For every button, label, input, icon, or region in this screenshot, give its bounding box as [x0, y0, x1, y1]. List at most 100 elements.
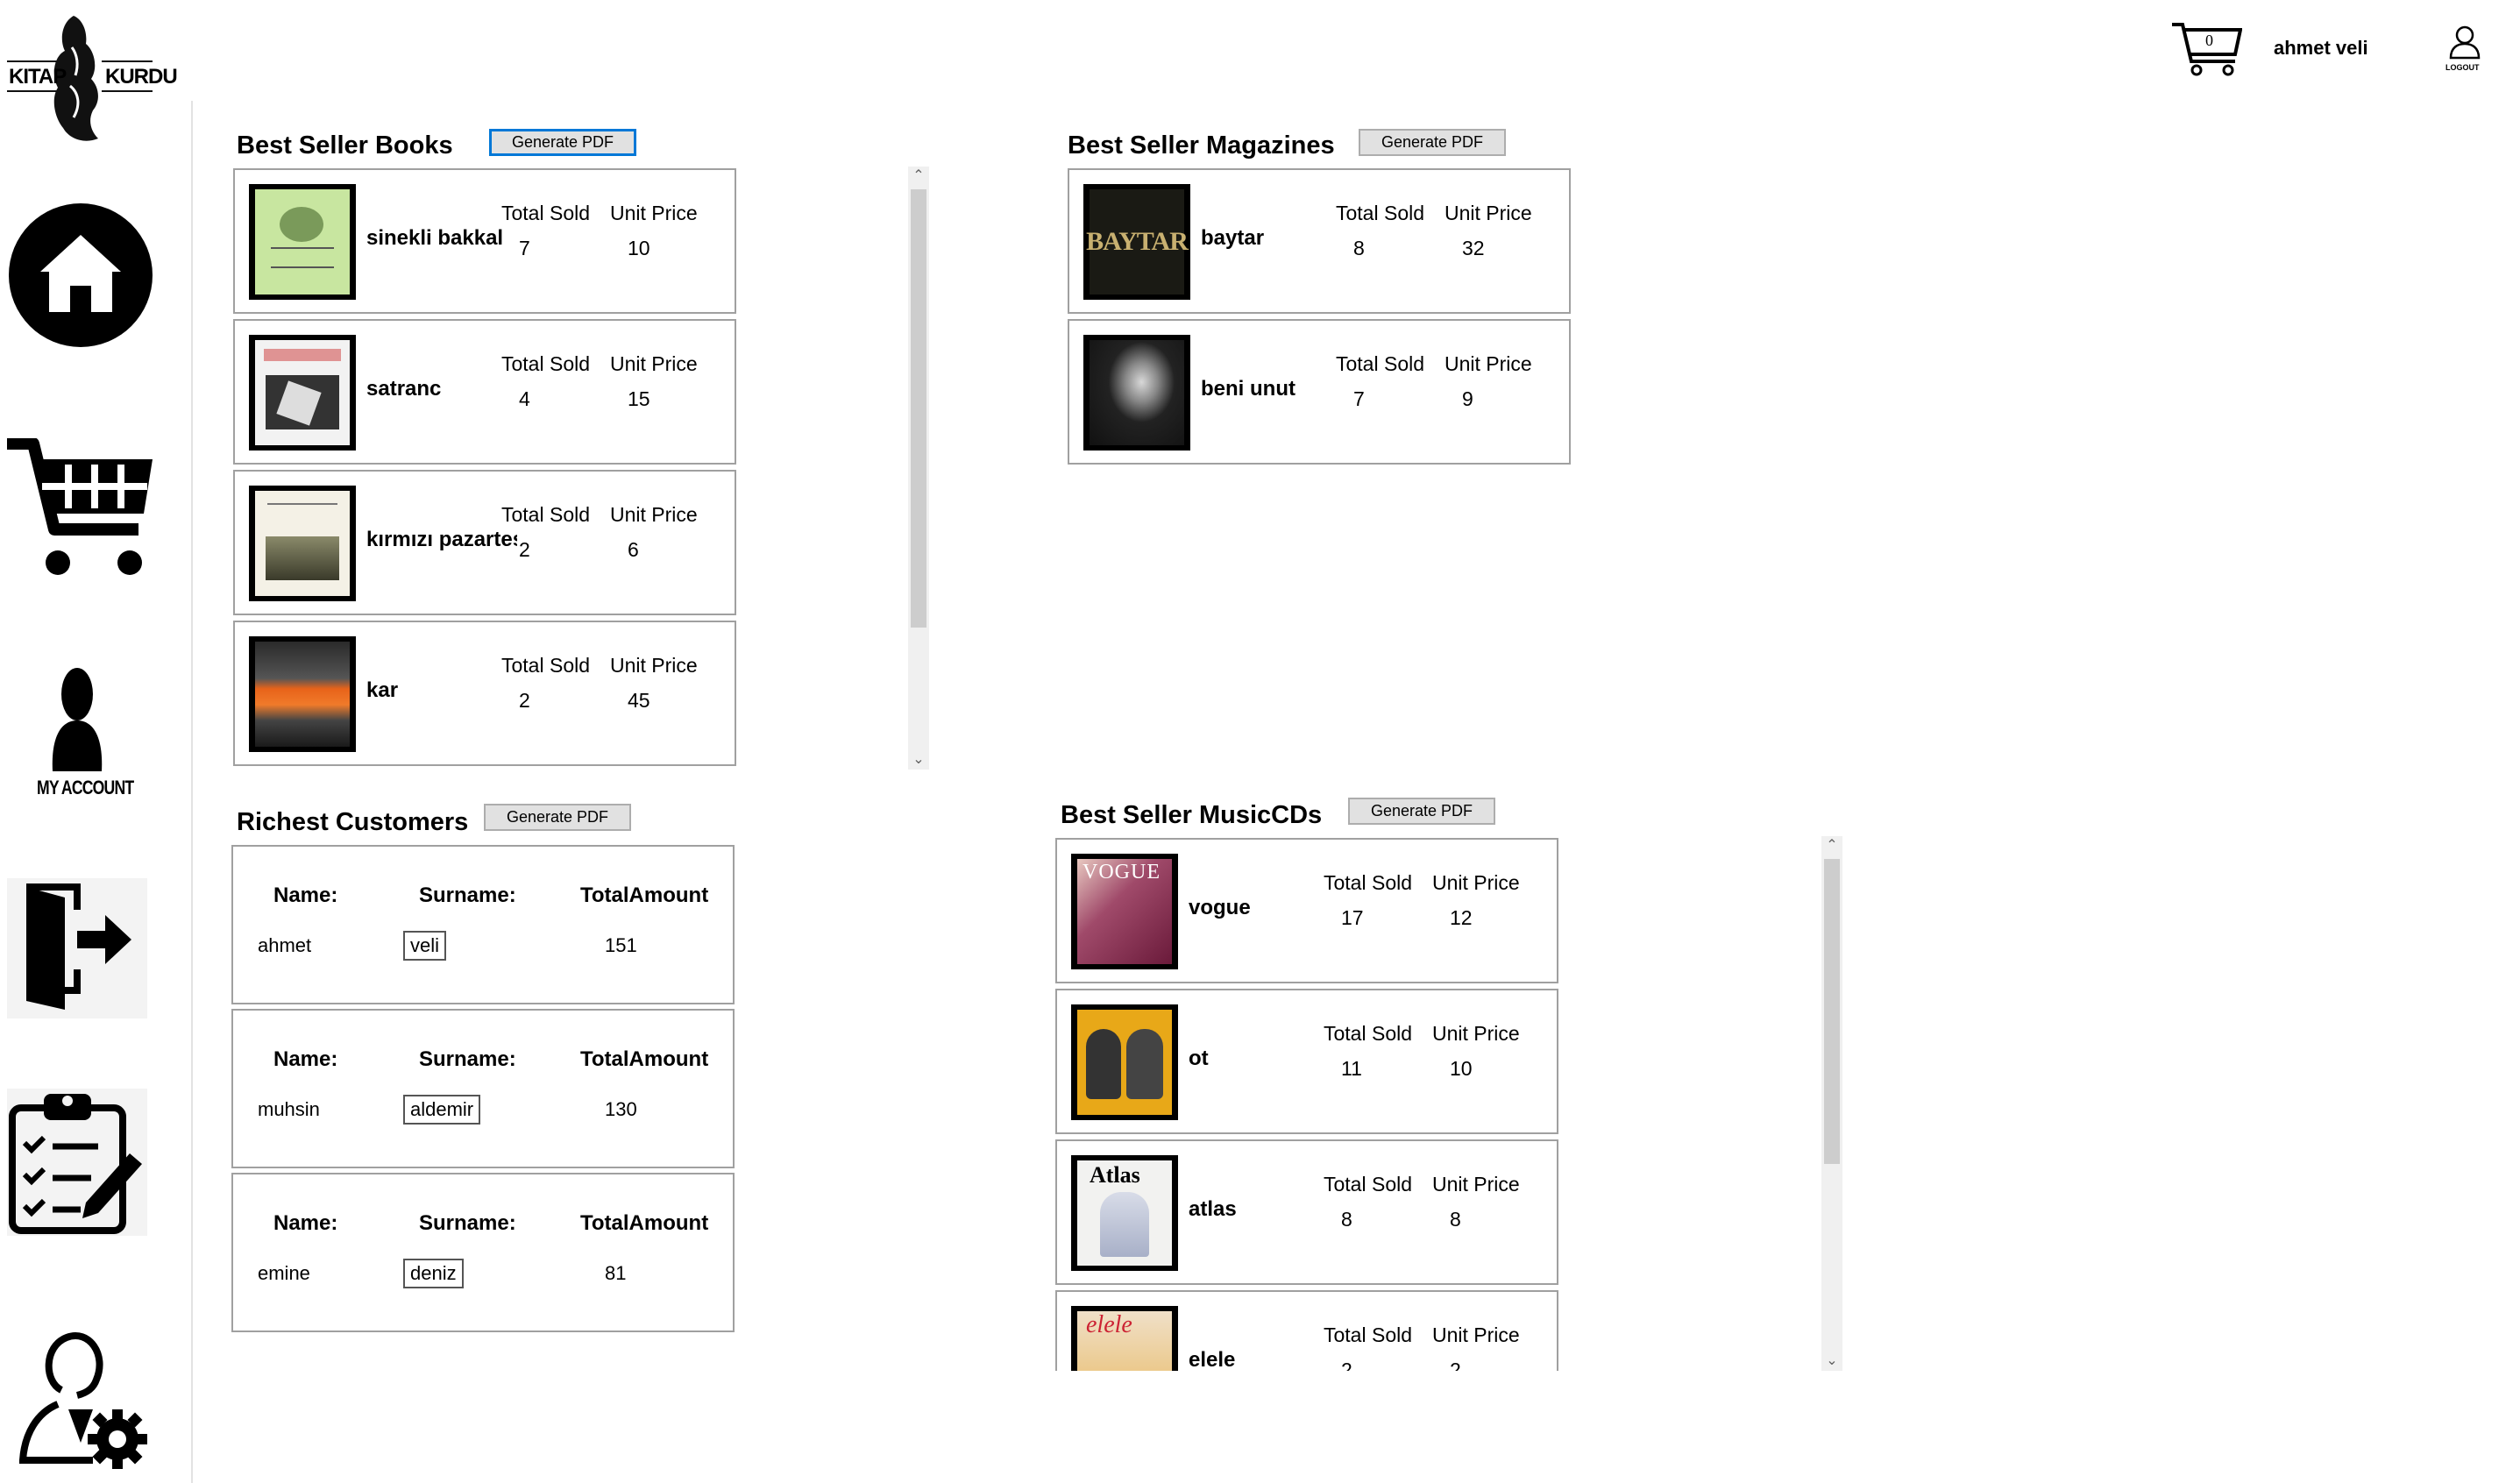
- home-nav-button[interactable]: [9, 203, 153, 351]
- unit-price-value: 10: [1450, 1057, 1473, 1080]
- logo-text-right: KURDU: [105, 65, 178, 89]
- header-cart-button[interactable]: 0: [2170, 21, 2243, 82]
- clipboard-checklist-icon: [9, 1094, 142, 1234]
- sidebar-divider: [191, 101, 193, 1483]
- scroll-thumb[interactable]: [911, 189, 926, 628]
- book-name: sinekli bakkal: [366, 226, 504, 250]
- my-account-label: MY ACCOUNT: [37, 777, 134, 798]
- unit-price-value: 2: [1450, 1359, 1461, 1371]
- customer-name: ahmet: [258, 934, 312, 956]
- total-sold-header: Total Sold: [1324, 871, 1413, 894]
- best-seller-musiccds-title: Best Seller MusicCDs: [1061, 801, 1323, 829]
- person-icon: [52, 668, 103, 771]
- musiccd-cover-image: Atlas: [1071, 1155, 1178, 1271]
- magazine-card[interactable]: BAYTAR baytar Total Sold Unit Price 8 32: [1068, 168, 1571, 314]
- home-icon: [9, 203, 153, 347]
- shopping-cart-icon: [7, 437, 153, 575]
- book-name: kırmızı pazartesi: [366, 528, 517, 551]
- scroll-down-arrow[interactable]: ⌄: [1821, 1352, 1842, 1371]
- customer-card: Name: Surname: TotalAmount ahmet veli 15…: [231, 845, 735, 1004]
- scroll-down-arrow[interactable]: ⌄: [908, 750, 929, 770]
- book-card[interactable]: satranc Total Sold Unit Price 4 15: [233, 319, 736, 465]
- musiccds-generate-pdf-button[interactable]: Generate PDF: [1348, 798, 1495, 825]
- name-header: Name:: [273, 1211, 338, 1235]
- total-sold-header: Total Sold: [1324, 1173, 1413, 1196]
- unit-price-value: 32: [1462, 237, 1485, 259]
- scroll-up-arrow[interactable]: ⌃: [1821, 836, 1842, 855]
- logout-button[interactable]: LOGOUT: [2442, 23, 2488, 75]
- unit-price-header: Unit Price: [1432, 1173, 1520, 1196]
- total-sold-value: 7: [519, 237, 530, 259]
- book-cover-image: [249, 184, 356, 300]
- musiccd-name: vogue: [1189, 896, 1251, 919]
- admin-settings-nav-button[interactable]: [18, 1329, 156, 1473]
- my-account-nav-button[interactable]: MY ACCOUNT: [26, 666, 134, 806]
- unit-price-value: 8: [1450, 1208, 1461, 1231]
- user-name: ahmet veli: [2274, 37, 2368, 59]
- surname-header: Surname:: [419, 883, 516, 907]
- book-cover-image: [249, 636, 356, 752]
- total-sold-value: 2: [519, 538, 530, 561]
- magazines-generate-pdf-button[interactable]: Generate PDF: [1359, 129, 1506, 156]
- total-sold-header: Total Sold: [1336, 202, 1425, 224]
- customer-surname: deniz: [403, 1259, 464, 1288]
- total-sold-header: Total Sold: [501, 503, 591, 526]
- scroll-thumb[interactable]: [1824, 859, 1840, 1164]
- book-card[interactable]: kırmızı pazartesi Total Sold Unit Price …: [233, 470, 736, 615]
- unit-price-header: Unit Price: [1445, 202, 1532, 224]
- book-card[interactable]: kar Total Sold Unit Price 2 45: [233, 621, 736, 766]
- musiccds-list: VOGUE vogue Total Sold Unit Price 17 12 …: [1054, 836, 1571, 1371]
- surname-header: Surname:: [419, 1211, 516, 1235]
- sidebar: KITAP KURDU MY ACCOUNT: [0, 0, 191, 1483]
- total-sold-value: 8: [1341, 1208, 1352, 1231]
- total-sold-header: Total Sold: [1324, 1323, 1413, 1346]
- user-gear-icon: [18, 1332, 147, 1469]
- book-card[interactable]: sinekli bakkal Total Sold Unit Price 7 1…: [233, 168, 736, 314]
- books-scrollbar[interactable]: ⌃ ⌄: [908, 167, 929, 770]
- orders-nav-button[interactable]: [7, 1089, 147, 1236]
- best-seller-books-title: Best Seller Books: [237, 131, 453, 160]
- customer-card: Name: Surname: TotalAmount muhsin aldemi…: [231, 1009, 735, 1168]
- musiccd-name: ot: [1189, 1047, 1209, 1070]
- musiccds-scrollbar[interactable]: ⌃ ⌄: [1821, 836, 1842, 1371]
- total-sold-value: 2: [519, 689, 530, 712]
- magazine-cover-image: [1083, 335, 1190, 451]
- total-sold-value: 8: [1353, 237, 1365, 259]
- customer-surname: veli: [403, 931, 447, 961]
- book-cover-image: [249, 486, 356, 601]
- total-sold-header: Total Sold: [501, 352, 591, 375]
- musiccd-card[interactable]: VOGUE vogue Total Sold Unit Price 17 12: [1055, 838, 1558, 983]
- total-sold-value: 11: [1341, 1057, 1362, 1080]
- musiccd-card[interactable]: Atlas atlas Total Sold Unit Price 8 8: [1055, 1139, 1558, 1285]
- customer-name: muhsin: [258, 1098, 320, 1120]
- books-generate-pdf-button[interactable]: Generate PDF: [489, 129, 636, 156]
- customer-card: Name: Surname: TotalAmount emine deniz 8…: [231, 1173, 735, 1332]
- name-header: Name:: [273, 883, 338, 907]
- magazine-name: baytar: [1201, 226, 1265, 250]
- musiccd-cover-image: VOGUE: [1071, 854, 1178, 969]
- customer-name: emine: [258, 1262, 310, 1284]
- logo-text-left: KITAP: [9, 65, 67, 89]
- customers-generate-pdf-button[interactable]: Generate PDF: [484, 804, 631, 831]
- total-sold-header: Total Sold: [1336, 352, 1425, 375]
- unit-price-header: Unit Price: [610, 503, 698, 526]
- unit-price-header: Unit Price: [610, 654, 698, 677]
- exit-nav-button[interactable]: [7, 878, 147, 1018]
- logout-user-icon: [2449, 25, 2481, 60]
- musiccd-card[interactable]: ot Total Sold Unit Price 11 10: [1055, 989, 1558, 1134]
- unit-price-value: 6: [628, 538, 639, 561]
- musiccd-card[interactable]: elele elele Total Sold Unit Price 2 2: [1055, 1290, 1558, 1371]
- musiccd-cover-image: elele: [1071, 1306, 1178, 1371]
- total-sold-header: Total Sold: [1324, 1022, 1413, 1045]
- magazine-card[interactable]: beni unut Total Sold Unit Price 7 9: [1068, 319, 1571, 465]
- unit-price-value: 12: [1450, 906, 1473, 929]
- scroll-up-arrow[interactable]: ⌃: [908, 167, 929, 186]
- unit-price-header: Unit Price: [610, 202, 698, 224]
- cart-nav-button[interactable]: [7, 437, 154, 583]
- unit-price-value: 45: [628, 689, 650, 712]
- surname-header: Surname:: [419, 1047, 516, 1071]
- book-name: kar: [366, 678, 399, 702]
- customer-total: 81: [605, 1262, 627, 1284]
- kitap-kurdu-logo[interactable]: KITAP KURDU: [7, 12, 178, 144]
- unit-price-value: 15: [628, 387, 650, 410]
